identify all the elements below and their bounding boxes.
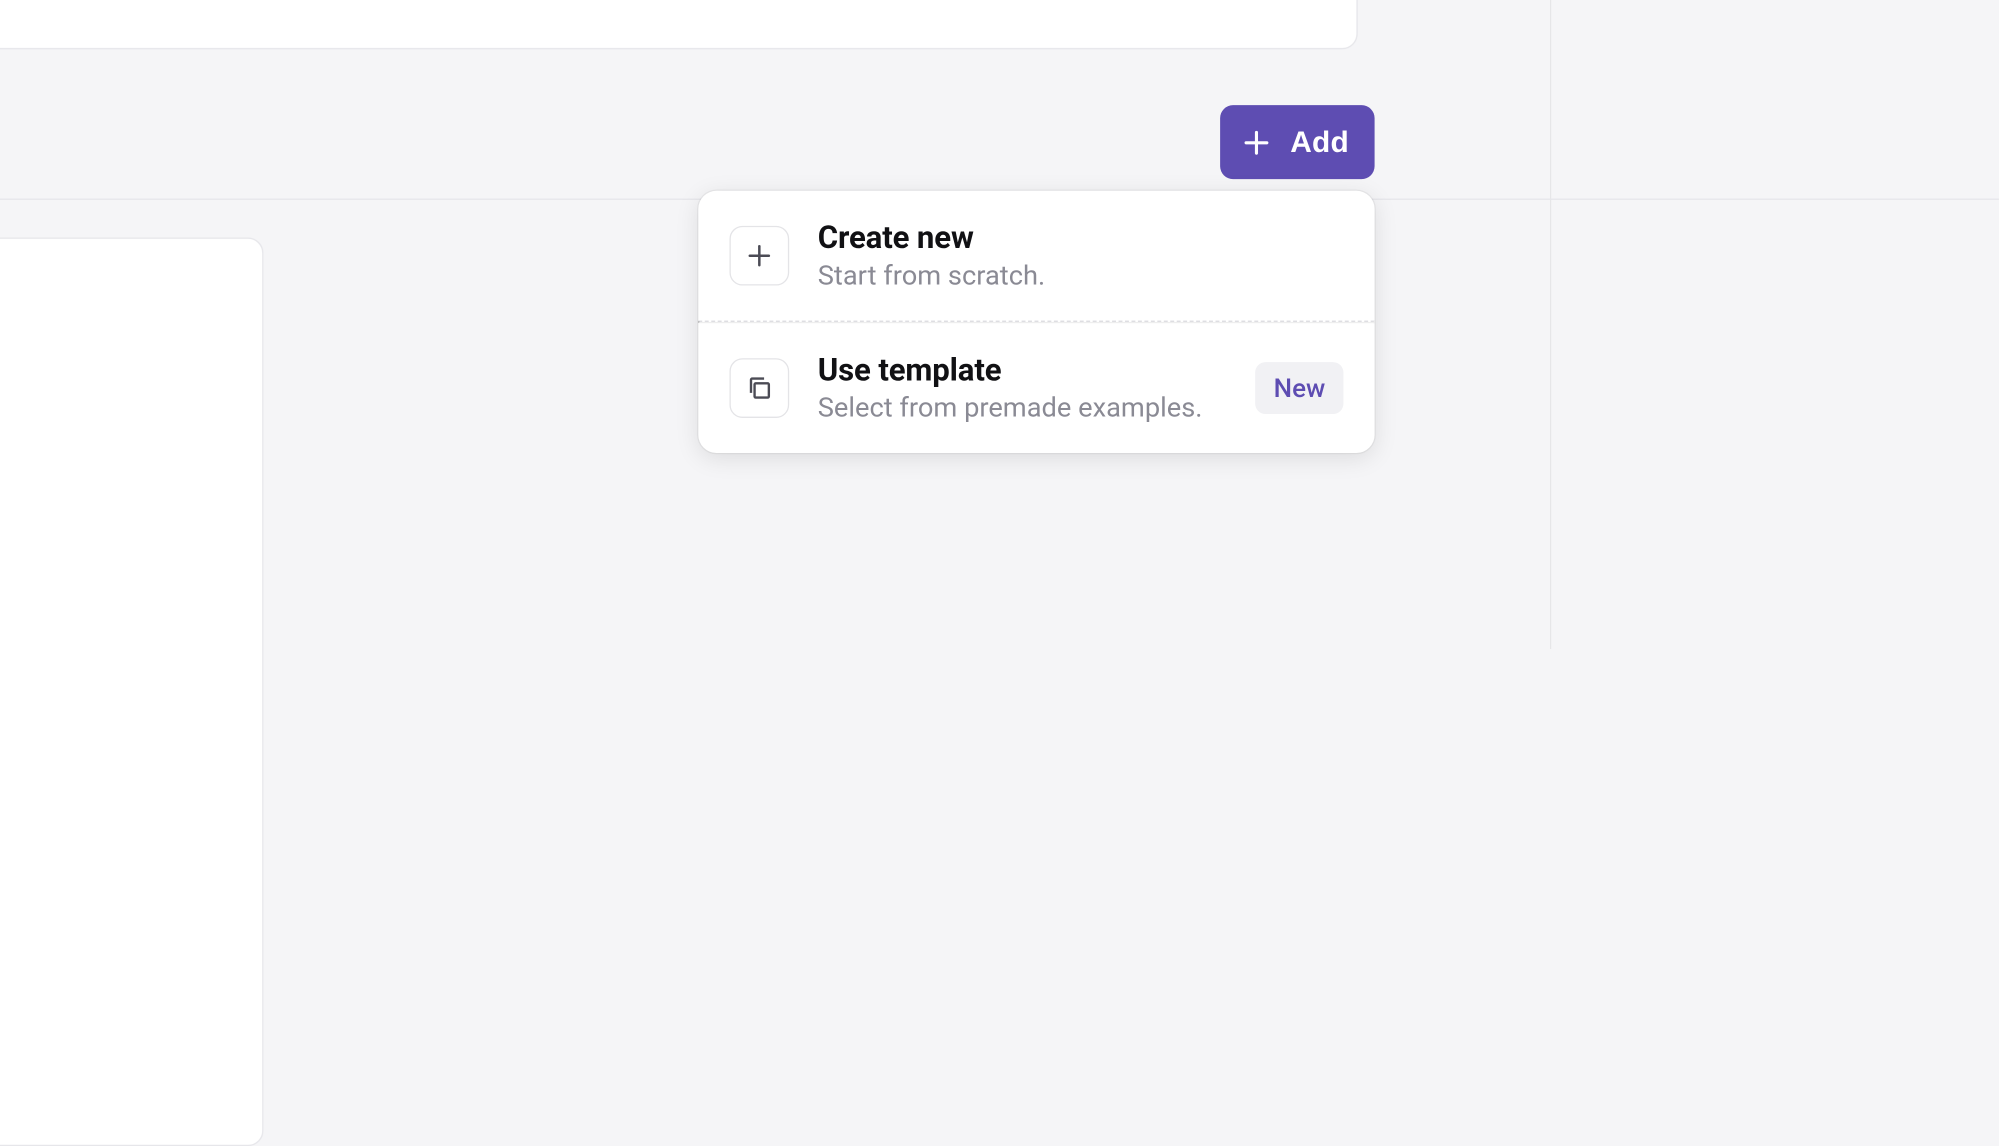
menu-item-desc: Start from scratch. (818, 261, 1344, 292)
menu-item-text: Create new Start from scratch. (818, 219, 1344, 292)
sidebar-panel (1550, 0, 1999, 649)
new-badge: New (1255, 362, 1343, 414)
menu-item-title: Create new (818, 219, 1344, 255)
plus-icon (729, 226, 789, 286)
plus-icon (1241, 127, 1272, 158)
menu-item-use-template[interactable]: Use template Select from premade example… (698, 323, 1374, 453)
add-button-label: Add (1290, 125, 1349, 160)
copy-icon (729, 358, 789, 418)
menu-item-text: Use template Select from premade example… (818, 352, 1227, 425)
menu-item-desc: Select from premade examples. (818, 393, 1227, 424)
menu-item-title: Use template (818, 352, 1227, 388)
card-top (0, 0, 1358, 49)
add-menu: Create new Start from scratch. Use templ… (698, 191, 1374, 453)
add-button[interactable]: Add (1220, 105, 1375, 179)
card-main (0, 238, 263, 1146)
menu-item-create-new[interactable]: Create new Start from scratch. (698, 191, 1374, 321)
